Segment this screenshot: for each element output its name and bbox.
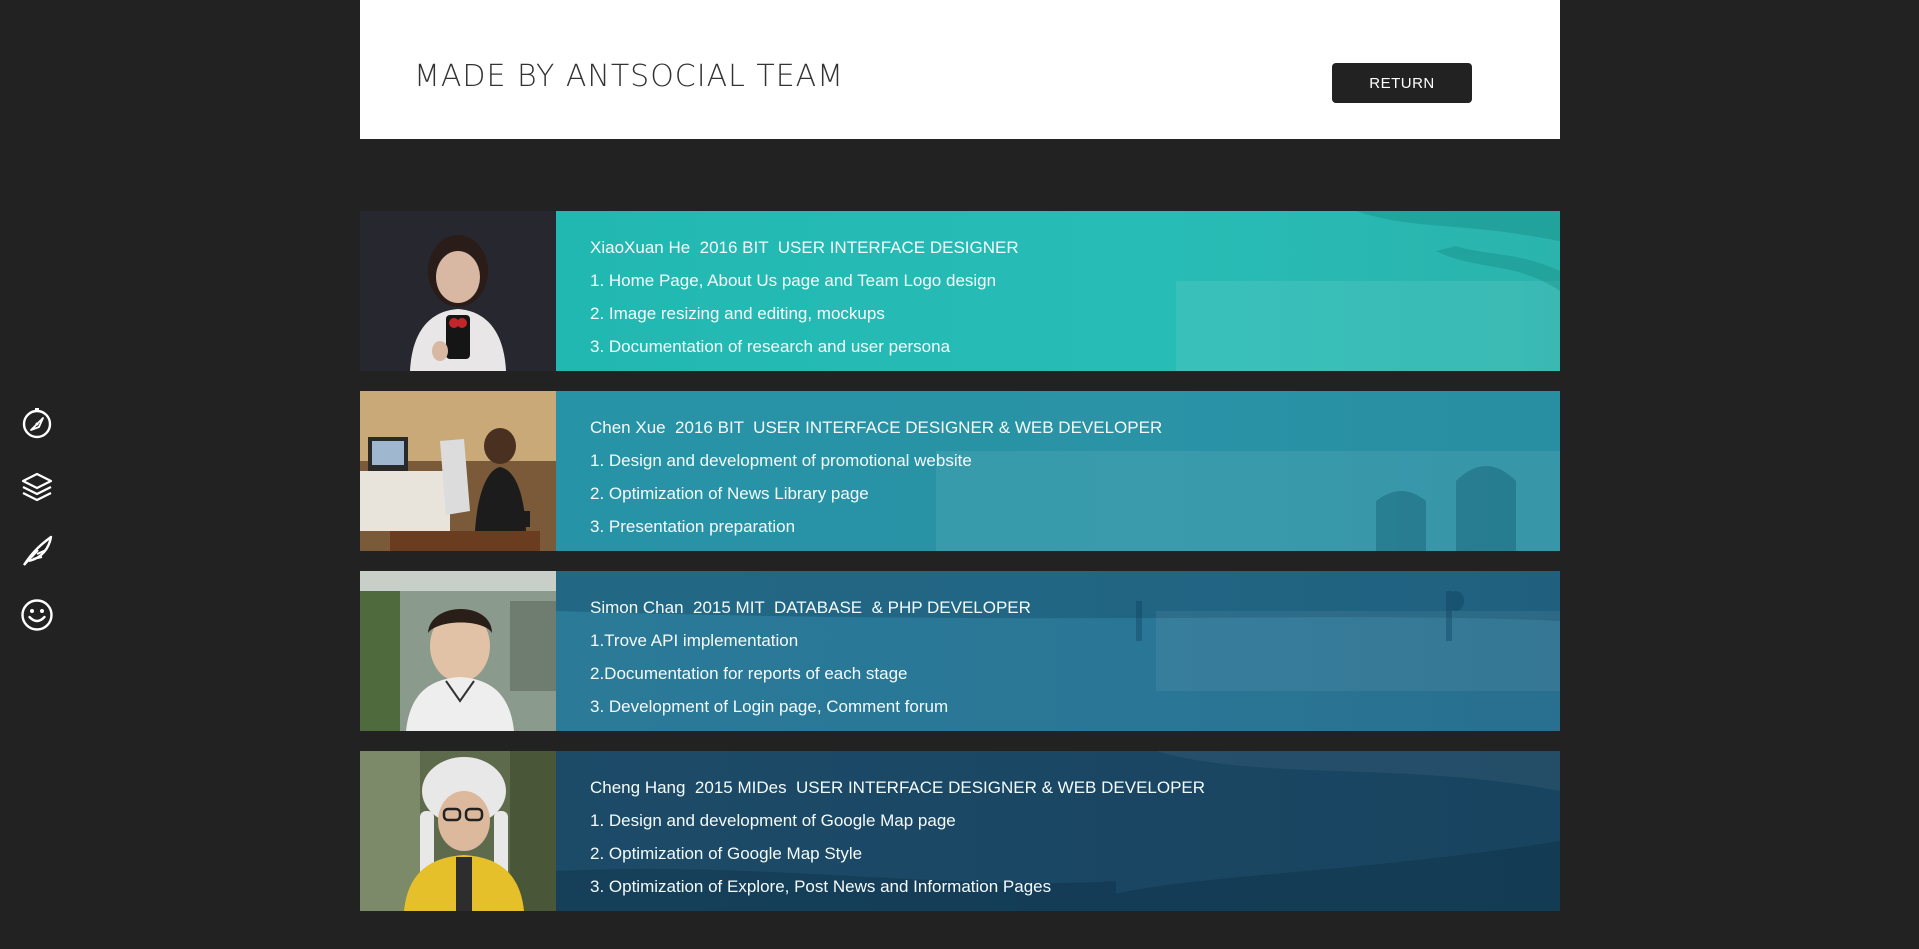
nav-about[interactable]	[19, 597, 55, 633]
member-info: Cheng Hang 2015 MIDes USER INTERFACE DES…	[556, 751, 1560, 911]
member-task: 2. Optimization of Google Map Style	[590, 844, 863, 863]
member-card-cheng: Cheng Hang 2015 MIDes USER INTERFACE DES…	[360, 751, 1560, 911]
nav-library[interactable]	[19, 469, 55, 505]
nav-explore[interactable]	[19, 405, 55, 441]
member-task: 1.Trove API implementation	[590, 631, 799, 650]
member-card-chen: Chen Xue 2016 BIT USER INTERFACE DESIGNE…	[360, 391, 1560, 551]
team-list: XiaoXuan He 2016 BIT USER INTERFACE DESI…	[360, 211, 1560, 931]
return-button[interactable]: RETURN	[1332, 63, 1472, 103]
quill-icon	[23, 535, 53, 566]
member-photo	[360, 211, 556, 371]
member-photo	[360, 391, 556, 551]
member-task: 1. Home Page, About Us page and Team Log…	[590, 271, 997, 290]
member-heading: Chen Xue 2016 BIT USER INTERFACE DESIGNE…	[590, 418, 1163, 437]
member-task: 1. Design and development of promotional…	[590, 451, 972, 470]
smiley-icon	[21, 599, 53, 631]
member-photo	[360, 751, 556, 911]
member-task: 3. Presentation preparation	[590, 517, 796, 536]
member-heading: Cheng Hang 2015 MIDes USER INTERFACE DES…	[590, 778, 1206, 797]
member-info: XiaoXuan He 2016 BIT USER INTERFACE DESI…	[556, 211, 1560, 371]
member-task: 2. Optimization of News Library page	[590, 484, 869, 503]
member-task: 3. Optimization of Explore, Post News an…	[590, 877, 1052, 896]
member-task: 3. Development of Login page, Comment fo…	[590, 697, 949, 716]
side-nav	[16, 405, 58, 633]
member-heading: XiaoXuan He 2016 BIT USER INTERFACE DESI…	[590, 238, 1019, 257]
member-card-simon: Simon Chan 2015 MIT DATABASE & PHP DEVEL…	[360, 571, 1560, 731]
compass-icon	[22, 408, 52, 439]
member-info: Chen Xue 2016 BIT USER INTERFACE DESIGNE…	[556, 391, 1560, 551]
member-card-xiaoxuan: XiaoXuan He 2016 BIT USER INTERFACE DESI…	[360, 211, 1560, 371]
nav-post[interactable]	[19, 533, 55, 569]
member-task: 2. Image resizing and editing, mockups	[590, 304, 885, 323]
layers-icon	[21, 472, 53, 502]
member-info: Simon Chan 2015 MIT DATABASE & PHP DEVEL…	[556, 571, 1560, 731]
page-title: MADE BY ANTSOCIAL TEAM	[414, 59, 845, 94]
member-task: 2.Documentation for reports of each stag…	[590, 664, 908, 683]
member-photo	[360, 571, 556, 731]
member-task: 3. Documentation of research and user pe…	[590, 337, 951, 356]
page-header: MADE BY ANTSOCIAL TEAM RETURN	[360, 0, 1560, 139]
member-heading: Simon Chan 2015 MIT DATABASE & PHP DEVEL…	[590, 598, 1031, 617]
member-task: 1. Design and development of Google Map …	[590, 811, 956, 830]
